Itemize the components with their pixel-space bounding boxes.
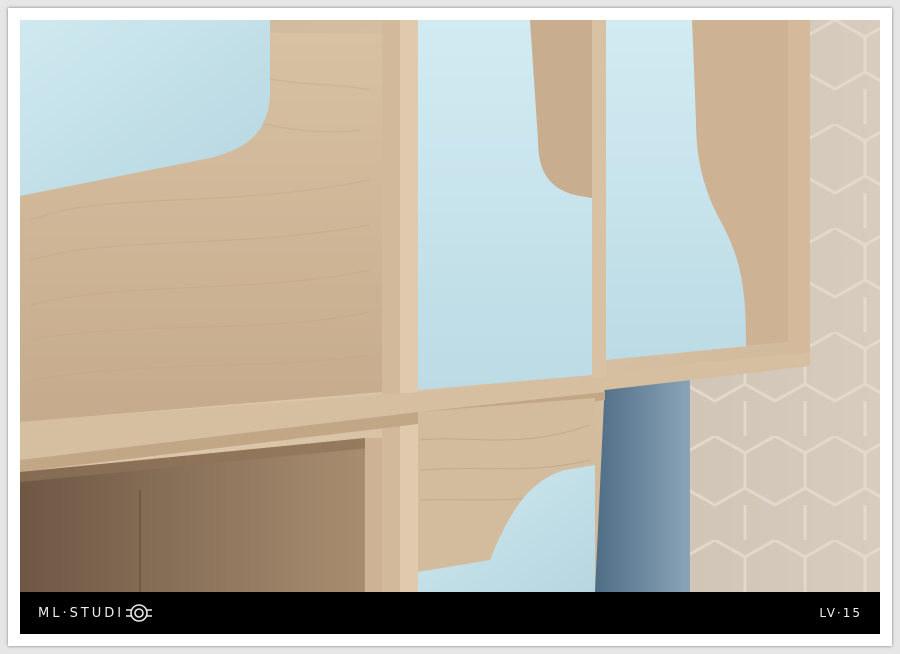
- model-code: LV·15: [819, 606, 862, 620]
- camera-lens-logo-icon: [124, 602, 154, 624]
- furniture-photo: [20, 20, 880, 592]
- page-frame: ML·STUDI LV·15: [0, 0, 900, 654]
- footer-bar: ML·STUDI LV·15: [20, 592, 880, 634]
- brand-mark: ML·STUDI: [38, 592, 154, 634]
- shadow-gap: [595, 375, 690, 592]
- brand-text: ML·STUDI: [38, 605, 125, 621]
